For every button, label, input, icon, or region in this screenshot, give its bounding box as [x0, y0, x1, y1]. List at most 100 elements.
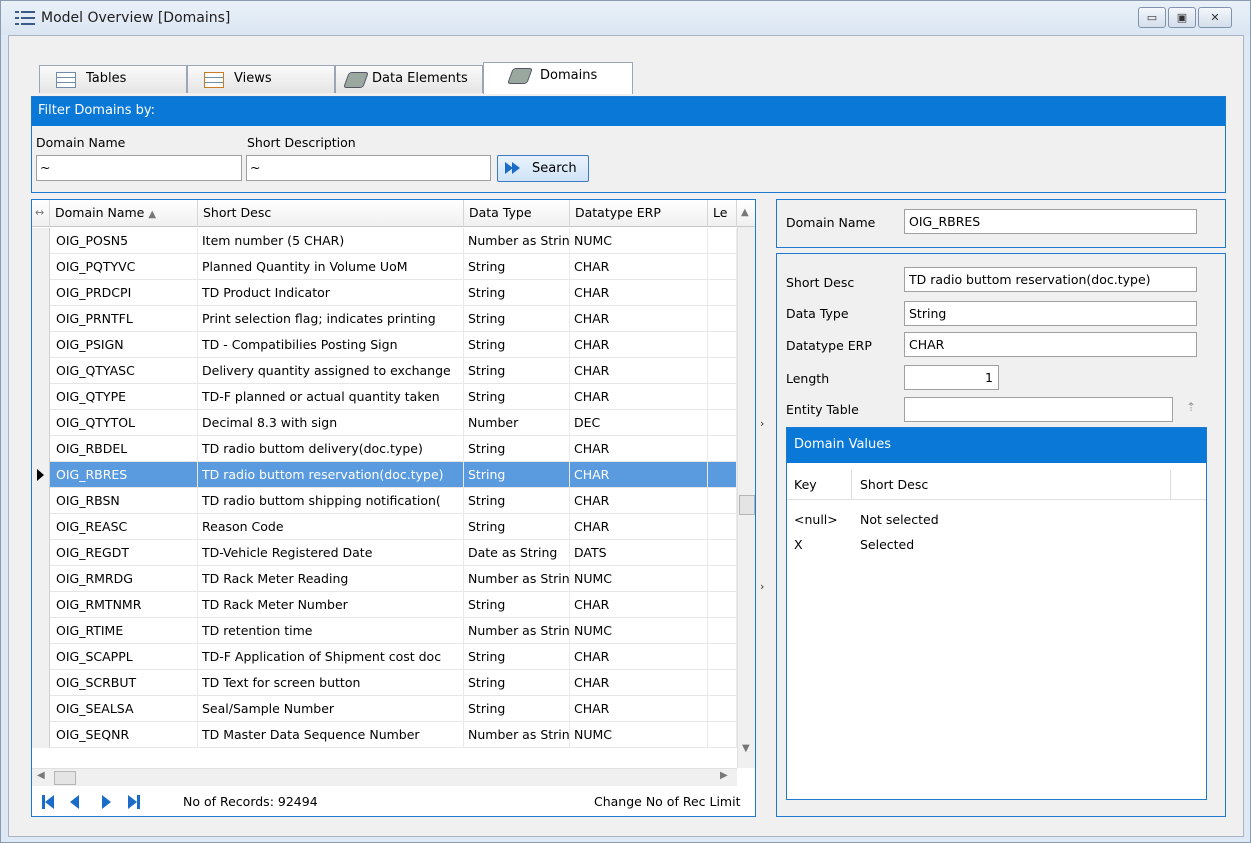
close-button[interactable]: ✕ — [1198, 7, 1232, 28]
column-header-datatype-erp[interactable]: Datatype ERP — [570, 200, 708, 227]
table-row[interactable]: OIG_SCRBUT TD Text for screen button Strin… — [32, 670, 737, 696]
domain-name-field[interactable]: OIG_RBRES — [904, 209, 1197, 234]
row-indicator[interactable] — [32, 722, 50, 748]
cell-data-type: Number as String — [464, 566, 570, 592]
table-row[interactable]: OIG_RTIME TD retention time Number as Stri… — [32, 618, 737, 644]
table-row[interactable]: OIG_QTYPE TD-F planned or actual quantity… — [32, 384, 737, 410]
panel-splitter[interactable]: › › — [757, 199, 772, 817]
column-header-short-desc[interactable]: Short Desc — [851, 470, 1171, 500]
cell-datatype-erp: CHAR — [570, 254, 708, 280]
domains-grid: ↔ Domain Name ▲ Short Desc Data Type Dat… — [31, 199, 756, 817]
table-row[interactable]: OIG_REGDT TD-Vehicle Registered Date Date … — [32, 540, 737, 566]
first-record-icon[interactable] — [42, 795, 58, 809]
current-row-icon — [37, 469, 44, 481]
row-indicator[interactable] — [32, 618, 50, 644]
data-type-field[interactable]: String — [904, 301, 1197, 326]
table-row[interactable]: OIG_SCAPPL TD-F Application of Shipment c… — [32, 644, 737, 670]
row-indicator[interactable] — [32, 332, 50, 358]
table-row[interactable]: OIG_PRDCPI TD Product Indicator String CHAR — [32, 280, 737, 306]
cell-data-type: String — [464, 436, 570, 462]
column-header-short-desc[interactable]: Short Desc — [198, 200, 464, 227]
minimize-button[interactable]: ▭ — [1138, 7, 1166, 28]
domain-name-filter-input[interactable]: ~ — [36, 155, 242, 181]
table-row[interactable]: OIG_SEALSA Seal/Sample Number String CHAR — [32, 696, 737, 722]
row-indicator[interactable] — [32, 358, 50, 384]
collapse-arrow-icon[interactable]: › — [760, 417, 764, 430]
table-row[interactable]: OIG_RMTNMR TD Rack Meter Number String CHAR — [32, 592, 737, 618]
scroll-up-icon[interactable]: ▲ — [737, 200, 755, 227]
datatype-erp-field[interactable]: CHAR — [904, 332, 1197, 357]
vertical-scrollbar[interactable]: ▼ — [737, 227, 755, 768]
row-indicator[interactable] — [32, 566, 50, 592]
table-row[interactable]: OIG_PSIGN TD - Compatibilies Posting Sign… — [32, 332, 737, 358]
cell-short-desc: Planned Quantity in Volume UoM — [198, 254, 464, 280]
cell-short-desc: TD radio buttom reservation(doc.type) — [198, 462, 464, 488]
tab-data-elements[interactable]: Data Elements — [335, 65, 483, 93]
next-record-icon[interactable] — [102, 795, 111, 809]
row-indicator[interactable] — [32, 488, 50, 514]
scroll-left-icon[interactable]: ◀ — [37, 770, 45, 781]
row-indicator[interactable] — [32, 306, 50, 332]
row-indicator[interactable] — [32, 540, 50, 566]
collapse-arrow-icon[interactable]: › — [760, 580, 764, 593]
cell-datatype-erp: CHAR — [570, 670, 708, 696]
column-header-domain-name[interactable]: Domain Name ▲ — [50, 200, 198, 227]
table-row[interactable]: OIG_RBSN TD radio buttom shipping notific… — [32, 488, 737, 514]
row-indicator[interactable] — [32, 228, 50, 254]
length-field[interactable]: 1 — [904, 365, 999, 390]
horizontal-scroll-thumb[interactable] — [54, 771, 76, 785]
column-header-data-type[interactable]: Data Type — [464, 200, 570, 227]
row-indicator[interactable] — [32, 254, 50, 280]
cell-domain-name: OIG_RBSN — [50, 488, 198, 514]
table-row[interactable]: OIG_PRNTFL Print selection flag; indicate… — [32, 306, 737, 332]
table-row[interactable]: OIG_RMRDG TD Rack Meter Reading Number as … — [32, 566, 737, 592]
cell-data-type: String — [464, 332, 570, 358]
record-count: No of Records: 92494 — [183, 794, 318, 809]
tab-tables[interactable]: Tables — [39, 65, 187, 93]
row-indicator[interactable] — [32, 436, 50, 462]
title-bar[interactable]: Model Overview [Domains] ▭ ▣ ✕ — [1, 1, 1250, 35]
row-indicator[interactable] — [32, 384, 50, 410]
table-row[interactable]: OIG_RBDEL TD radio buttom delivery(doc.ty… — [32, 436, 737, 462]
table-row[interactable]: OIG_PQTYVC Planned Quantity in Volume UoM… — [32, 254, 737, 280]
row-indicator[interactable] — [32, 644, 50, 670]
row-indicator[interactable] — [32, 696, 50, 722]
tab-views[interactable]: Views — [187, 65, 335, 93]
vertical-scroll-thumb[interactable] — [739, 495, 755, 515]
row-indicator[interactable] — [32, 280, 50, 306]
scroll-down-icon[interactable]: ▼ — [742, 743, 750, 754]
search-button[interactable]: Search — [497, 155, 589, 182]
column-header-length[interactable]: Le — [708, 200, 737, 227]
table-row[interactable]: OIG_QTYTOL Decimal 8.3 with sign Number DEC — [32, 410, 737, 436]
row-indicator[interactable] — [32, 592, 50, 618]
table-row[interactable]: OIG_POSN5 Item number (5 CHAR) Number as S… — [32, 228, 737, 254]
previous-record-icon[interactable] — [70, 795, 79, 809]
row-indicator[interactable] — [32, 462, 50, 488]
short-desc-field[interactable]: TD radio buttom reservation(doc.type) — [904, 267, 1197, 292]
column-header-key[interactable]: Key — [794, 470, 817, 500]
last-record-icon[interactable] — [128, 795, 144, 809]
scroll-right-icon[interactable]: ▶ — [720, 770, 728, 781]
table-row[interactable]: OIG_SEQNR TD Master Data Sequence Number N… — [32, 722, 737, 748]
cell-data-type: String — [464, 254, 570, 280]
table-row[interactable]: OIG_RBRES TD radio buttom reservation(doc… — [32, 462, 737, 488]
domain-value-row[interactable]: X Selected — [787, 532, 1206, 557]
cell-length — [708, 514, 737, 540]
domain-values-header: Domain Values — [787, 428, 1206, 463]
column-resize-icon[interactable]: ↔ — [32, 200, 50, 227]
maximize-button[interactable]: ▣ — [1168, 7, 1196, 28]
entity-table-field[interactable] — [904, 397, 1173, 422]
domain-value-row[interactable]: <null> Not selected — [787, 507, 1206, 532]
row-indicator[interactable] — [32, 514, 50, 540]
cell-length — [708, 228, 737, 254]
cell-datatype-erp: DEC — [570, 410, 708, 436]
goto-entity-icon[interactable]: ⇡ — [1186, 400, 1196, 414]
row-indicator[interactable] — [32, 410, 50, 436]
table-row[interactable]: OIG_REASC Reason Code String CHAR — [32, 514, 737, 540]
change-record-limit-link[interactable]: Change No of Rec Limit — [594, 794, 740, 809]
table-row[interactable]: OIG_QTYASC Delivery quantity assigned to … — [32, 358, 737, 384]
short-desc-filter-input[interactable]: ~ — [246, 155, 491, 181]
row-indicator[interactable] — [32, 670, 50, 696]
horizontal-scrollbar[interactable]: ◀ ▶ — [32, 768, 737, 786]
tab-domains[interactable]: Domains — [483, 62, 633, 94]
